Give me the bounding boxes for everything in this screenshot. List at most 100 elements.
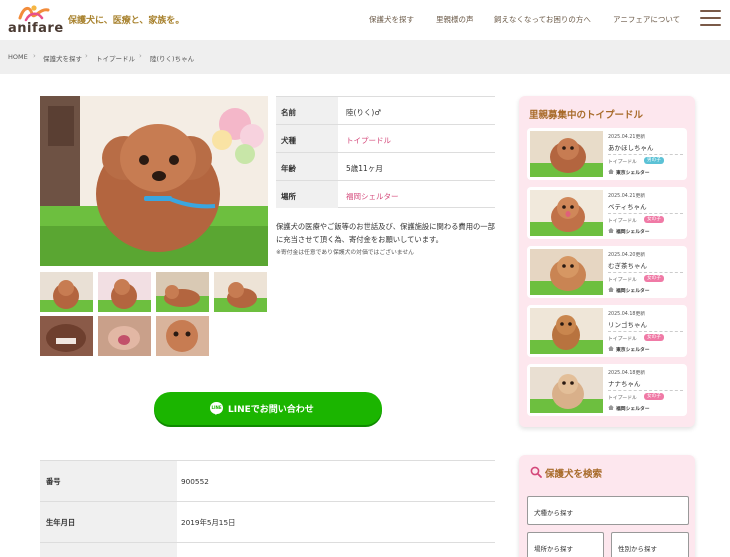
detail-value: 900552 [181, 477, 209, 486]
house-icon [608, 169, 614, 174]
profile-value-location-link[interactable]: 福岡シェルター [346, 191, 399, 202]
donation-note: ※寄付金は任意であり保護犬の対価ではございません [276, 250, 414, 256]
dog-card[interactable]: 2025.04.20更新 むぎ茶ちゃん トイプードル 女の子 福岡シェルター [527, 246, 687, 298]
search-title: 保護犬を検索 [545, 469, 603, 480]
profile-row-breed: 犬種 トイプードル [276, 124, 495, 152]
profile-key: 場所 [276, 181, 338, 208]
detail-table: 番号 900552 生年月日 2019年5月15日 [40, 460, 495, 557]
sex-badge: 女の子 [644, 216, 664, 223]
dog-card-name: むぎ茶ちゃん [608, 262, 647, 270]
profile-key: 年齢 [276, 153, 338, 180]
sidebar-title: 里親募集中のトイプードル [529, 110, 644, 121]
dog-card-date: 2025.04.21更新 [608, 135, 646, 140]
dog-card[interactable]: 2025.04.18更新 ナナちゃん トイプードル 女の子 福岡シェルター [527, 364, 687, 416]
table-row: 生年月日 2019年5月15日 [40, 501, 495, 542]
thumbnail-5[interactable] [40, 316, 93, 356]
breadcrumb-separator-icon: › [85, 52, 88, 60]
detail-key: 番号 [40, 461, 177, 501]
hamburger-menu-icon[interactable] [700, 10, 721, 28]
profile-value-breed-link[interactable]: トイプードル [346, 135, 391, 146]
dog-card-photo [530, 190, 603, 236]
detail-key [40, 543, 177, 557]
dog-card-photo [530, 308, 603, 354]
divider [608, 154, 683, 155]
thumbnail-1[interactable] [40, 272, 93, 312]
thumbnail-4[interactable] [214, 272, 267, 312]
dog-card-shelter: 東京シェルター [616, 348, 650, 353]
dog-card-shelter: 福岡シェルター [616, 230, 650, 235]
nav-testimonials[interactable]: 里親様の声 [436, 14, 474, 25]
table-row [40, 542, 495, 557]
dog-card-date: 2025.04.18更新 [608, 312, 646, 317]
house-icon [608, 287, 614, 292]
line-contact-button[interactable]: LINE LINEでお問い合わせ [154, 392, 382, 425]
dog-card-breed: トイプードル [608, 160, 637, 165]
nav-rehoming-help[interactable]: 飼えなくなってお困りの方へ [494, 14, 591, 25]
donation-description: 保護犬の医療やご飯等のお世話及び、保護施設に関わる費用の一部に充当させて頂く為、… [276, 222, 495, 244]
breadcrumb-breed[interactable]: トイプードル [96, 53, 135, 63]
profile-value-name: 陸(りく)♂ [346, 108, 382, 117]
nav-about[interactable]: アニフェアについて [613, 14, 680, 25]
dog-card-date: 2025.04.18更新 [608, 371, 646, 376]
dog-card[interactable]: 2025.04.21更新 あかほしちゃん トイプードル 男の子 東京シェルター [527, 128, 687, 180]
detail-value: 2019年5月15日 [181, 518, 236, 527]
dog-card-breed: トイプードル [608, 278, 637, 283]
breed-select[interactable]: 犬種から探す [527, 496, 689, 525]
breadcrumb-separator-icon: › [33, 52, 36, 60]
dog-card-breed: トイプードル [608, 219, 637, 224]
dog-card-date: 2025.04.21更新 [608, 194, 646, 199]
profile-row-location: 場所 福岡シェルター [276, 180, 495, 208]
dog-card-name: ベティちゃん [608, 203, 647, 211]
table-row: 番号 900552 [40, 460, 495, 501]
search-icon [530, 466, 542, 478]
breadcrumb-current: 陸(りく)ちゃん [150, 55, 195, 63]
profile-key: 犬種 [276, 125, 338, 152]
dog-card-photo [530, 249, 603, 295]
detail-key: 生年月日 [40, 502, 177, 542]
breadcrumb: HOME › 保護犬を探す › トイプードル › 陸(りく)ちゃん [0, 40, 730, 74]
dog-card-name: リンゴちゃん [608, 321, 647, 329]
sex-badge: 女の子 [644, 393, 664, 400]
logo-mark-icon [18, 5, 50, 22]
dog-card[interactable]: 2025.04.21更新 ベティちゃん トイプードル 女の子 福岡シェルター [527, 187, 687, 239]
line-contact-label: LINEでお問い合わせ [228, 405, 314, 415]
sex-badge: 女の子 [644, 275, 664, 282]
thumbnail-7[interactable] [156, 316, 209, 356]
profile-table: 名前 陸(りく)♂ 犬種 トイプードル 年齢 5歳11ヶ月 場所 福岡シェルター [276, 96, 495, 208]
dog-card-name: あかほしちゃん [608, 144, 654, 152]
logo[interactable]: anifare [8, 4, 63, 36]
breadcrumb-find-dogs[interactable]: 保護犬を探す [43, 53, 82, 63]
line-icon: LINE [210, 402, 223, 415]
profile-row-age: 年齢 5歳11ヶ月 [276, 152, 495, 180]
dog-card-photo [530, 131, 603, 177]
dog-card[interactable]: 2025.04.18更新 リンゴちゃん トイプードル 女の子 東京シェルター [527, 305, 687, 357]
dog-card-name: ナナちゃん [608, 380, 641, 388]
sidebar-available-dogs: 里親募集中のトイプードル 2025.04.21更新 あかほしちゃん トイプードル… [519, 96, 695, 427]
logo-text: anifare [8, 21, 64, 36]
main-dog-photo[interactable] [40, 96, 268, 266]
profile-key: 名前 [276, 97, 338, 124]
dog-card-shelter: 福岡シェルター [616, 289, 650, 294]
house-icon [608, 405, 614, 410]
dog-card-shelter: 福岡シェルター [616, 407, 650, 412]
divider [608, 331, 683, 332]
dog-card-breed: トイプードル [608, 337, 637, 342]
sex-select[interactable]: 性別から探す [611, 532, 689, 557]
thumbnail-6[interactable] [98, 316, 151, 356]
place-select[interactable]: 場所から探す [527, 532, 604, 557]
thumbnail-2[interactable] [98, 272, 151, 312]
sidebar-search: 保護犬を検索 犬種から探す 場所から探す 性別から探す [519, 455, 695, 557]
divider [608, 213, 683, 214]
divider [608, 272, 683, 273]
house-icon [608, 346, 614, 351]
sex-badge: 女の子 [644, 334, 664, 341]
divider [608, 390, 683, 391]
breadcrumb-home[interactable]: HOME [8, 53, 28, 61]
profile-row-name: 名前 陸(りく)♂ [276, 96, 495, 124]
dog-card-photo [530, 367, 603, 413]
nav-find-dogs[interactable]: 保護犬を探す [369, 14, 414, 25]
breadcrumb-separator-icon: › [139, 52, 142, 60]
tagline: 保護犬に、医療と、家族を。 [68, 16, 185, 26]
thumbnail-3[interactable] [156, 272, 209, 312]
profile-value-age: 5歳11ヶ月 [346, 164, 383, 173]
